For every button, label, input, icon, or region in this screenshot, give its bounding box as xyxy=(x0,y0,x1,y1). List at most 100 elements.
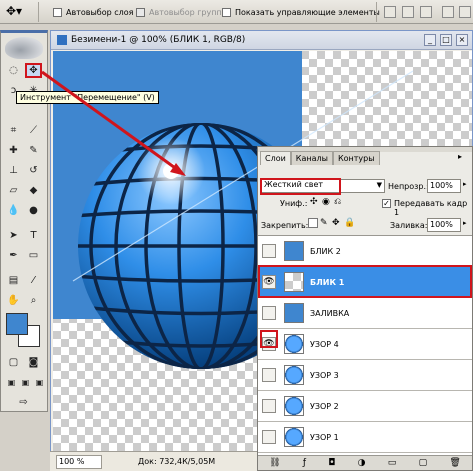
align-middle-icon[interactable] xyxy=(402,6,414,18)
visibility-toggle-zalivka[interactable] xyxy=(262,306,276,320)
layer-row-zalivka[interactable]: ЗАЛИВКА xyxy=(258,298,472,329)
layers-footer: ⛓ ƒ ◘ ◑ ▭ ▢ 🗑 xyxy=(258,455,472,470)
unify-style-icon[interactable]: ⎌ xyxy=(334,197,341,207)
auto-select-groups-checkbox[interactable] xyxy=(136,8,145,17)
minimize-button[interactable]: _ xyxy=(424,34,436,46)
unify-position-icon[interactable]: ✣ xyxy=(310,197,318,207)
slice-tool-icon[interactable]: ⟋ xyxy=(25,123,42,138)
toolbox: ◌ ✥ ↄ ✳ ⌗ ⟋ ✚ ✎ ⊥ ↺ ▱ ◆ 💧 ● ➤ T ✒ ▭ ▤ ⁄ … xyxy=(0,30,48,412)
visibility-toggle-blik2[interactable] xyxy=(262,244,276,258)
ps-doc-icon xyxy=(57,35,67,45)
healing-brush-icon[interactable]: ✚ xyxy=(5,143,22,158)
layer-thumbnail xyxy=(284,303,304,323)
align-top-icon[interactable] xyxy=(384,6,396,18)
fill-field[interactable]: 100% xyxy=(427,218,461,232)
layer-row-uzor1[interactable]: УЗОР 1 xyxy=(258,422,472,453)
auto-select-groups-label: Автовыбор групп xyxy=(149,8,222,17)
layer-row-blik2[interactable]: БЛИК 2 xyxy=(258,236,472,267)
tab-layers[interactable]: Слои xyxy=(260,151,291,165)
layer-name: БЛИК 2 xyxy=(310,246,341,256)
move-tool-tooltip: Инструмент "Перемещение" (V) xyxy=(16,91,159,104)
tab-channels[interactable]: Каналы xyxy=(290,151,333,165)
add-mask-icon[interactable]: ◘ xyxy=(328,458,335,468)
layer-name: УЗОР 2 xyxy=(310,401,339,411)
align-left-icon[interactable] xyxy=(442,6,454,18)
feather-logo-icon xyxy=(5,37,43,59)
panel-menu-icon[interactable]: ▸ xyxy=(458,152,468,162)
layer-row-uzor2[interactable]: УЗОР 2 xyxy=(258,391,472,422)
tab-paths[interactable]: Контуры xyxy=(332,151,380,165)
bucket-tool-icon[interactable]: ◆ xyxy=(25,183,42,198)
layer-thumbnail xyxy=(284,334,304,354)
brush-tool-icon[interactable]: ✎ xyxy=(25,143,42,158)
lock-transparency-icon[interactable] xyxy=(308,218,318,228)
foreground-color-swatch[interactable] xyxy=(6,313,28,335)
blur-tool-icon[interactable]: 💧 xyxy=(5,203,22,218)
layer-thumbnail xyxy=(284,396,304,416)
eyedropper-tool-icon[interactable]: ⁄ xyxy=(25,273,42,288)
dodge-tool-icon[interactable]: ● xyxy=(25,203,42,218)
standard-mode-icon[interactable]: ▢ xyxy=(5,355,22,370)
align-bottom-icon[interactable] xyxy=(420,6,432,18)
crop-tool-icon[interactable]: ⌗ xyxy=(5,123,22,138)
show-controls-checkbox[interactable] xyxy=(222,8,231,17)
layer-name: ЗАЛИВКА xyxy=(310,308,350,318)
unify-visibility-icon[interactable]: ◉ xyxy=(322,197,330,207)
lock-label: Закрепить: xyxy=(261,221,309,230)
eraser-tool-icon[interactable]: ▱ xyxy=(5,183,22,198)
pen-tool-icon[interactable]: ✒ xyxy=(5,248,22,263)
dropdown-arrow-icon: ▼ xyxy=(376,181,382,189)
marquee-tool-icon[interactable]: ◌ xyxy=(5,63,22,78)
layer-thumbnail xyxy=(284,365,304,385)
uzor4-eye-highlight xyxy=(260,330,278,348)
opacity-field[interactable]: 100% xyxy=(427,179,461,193)
shape-tool-icon[interactable]: ▭ xyxy=(25,248,42,263)
layer-thumbnail xyxy=(284,241,304,261)
quick-mask-icon[interactable]: ◙ xyxy=(25,355,42,370)
show-controls-label: Показать управляющие элементы xyxy=(235,8,380,17)
layer-name: УЗОР 4 xyxy=(310,339,339,349)
adjustment-layer-icon[interactable]: ◑ xyxy=(358,458,366,468)
lock-all-icon[interactable]: 🔒 xyxy=(344,218,355,228)
new-group-icon[interactable]: ▭ xyxy=(388,458,397,468)
visibility-toggle-uzor3[interactable] xyxy=(262,368,276,382)
path-selection-icon[interactable]: ➤ xyxy=(5,228,22,243)
delete-layer-icon[interactable]: 🗑 xyxy=(449,458,460,468)
type-tool-icon[interactable]: T xyxy=(25,228,42,243)
zoom-tool-icon[interactable]: ⌕ xyxy=(25,293,42,308)
hand-tool-icon[interactable]: ✋ xyxy=(5,293,22,308)
imageready-jump-icon[interactable]: ⇨ xyxy=(15,395,32,410)
layer-name: УЗОР 1 xyxy=(310,432,339,442)
visibility-toggle-uzor1[interactable] xyxy=(262,430,276,444)
unify-label: Униф.: xyxy=(280,199,308,208)
stamp-tool-icon[interactable]: ⊥ xyxy=(5,163,22,178)
fill-arrow-icon[interactable]: ▸ xyxy=(463,219,467,227)
history-brush-icon[interactable]: ↺ xyxy=(25,163,42,178)
notes-tool-icon[interactable]: ▤ xyxy=(5,273,22,288)
layer-name: УЗОР 3 xyxy=(310,370,339,380)
maximize-button[interactable]: □ xyxy=(440,34,452,46)
layer-row-uzor4[interactable]: 👁 УЗОР 4 xyxy=(258,329,472,360)
close-button[interactable]: × xyxy=(456,34,468,46)
lock-position-icon[interactable]: ✥ xyxy=(332,218,340,228)
opacity-label: Непрозр.: xyxy=(388,182,429,191)
document-titlebar: Безимени-1 @ 100% (БЛИК 1, RGB/8) _ □ × xyxy=(51,31,472,50)
zoom-field[interactable]: 100 % xyxy=(56,454,102,469)
opacity-arrow-icon[interactable]: ▸ xyxy=(463,180,467,188)
auto-select-layer-checkbox[interactable] xyxy=(53,8,62,17)
blik1-row-highlight xyxy=(258,265,472,298)
screen-mode-3-icon[interactable]: ▣ xyxy=(31,375,48,390)
lock-pixels-icon[interactable]: ✎ xyxy=(320,218,328,228)
align-center-icon[interactable] xyxy=(459,6,471,18)
move-tool-icon[interactable]: ✥ xyxy=(25,63,42,78)
status-bar: 100 % Док: 732,4К/5,05М xyxy=(50,451,260,471)
visibility-toggle-uzor2[interactable] xyxy=(262,399,276,413)
layer-row-uzor3[interactable]: УЗОР 3 xyxy=(258,360,472,391)
add-style-icon[interactable]: ƒ xyxy=(303,458,306,468)
propagate-checkbox[interactable]: ✓ xyxy=(382,199,391,208)
move-tool-preset-icon[interactable]: ✥▾ xyxy=(6,4,30,20)
new-layer-icon[interactable]: ▢ xyxy=(419,458,428,468)
fill-label: Заливка: xyxy=(390,221,428,230)
link-layers-icon[interactable]: ⛓ xyxy=(269,458,280,468)
options-bar: ✥▾ Автовыбор слоя Автовыбор групп Показа… xyxy=(0,0,473,24)
